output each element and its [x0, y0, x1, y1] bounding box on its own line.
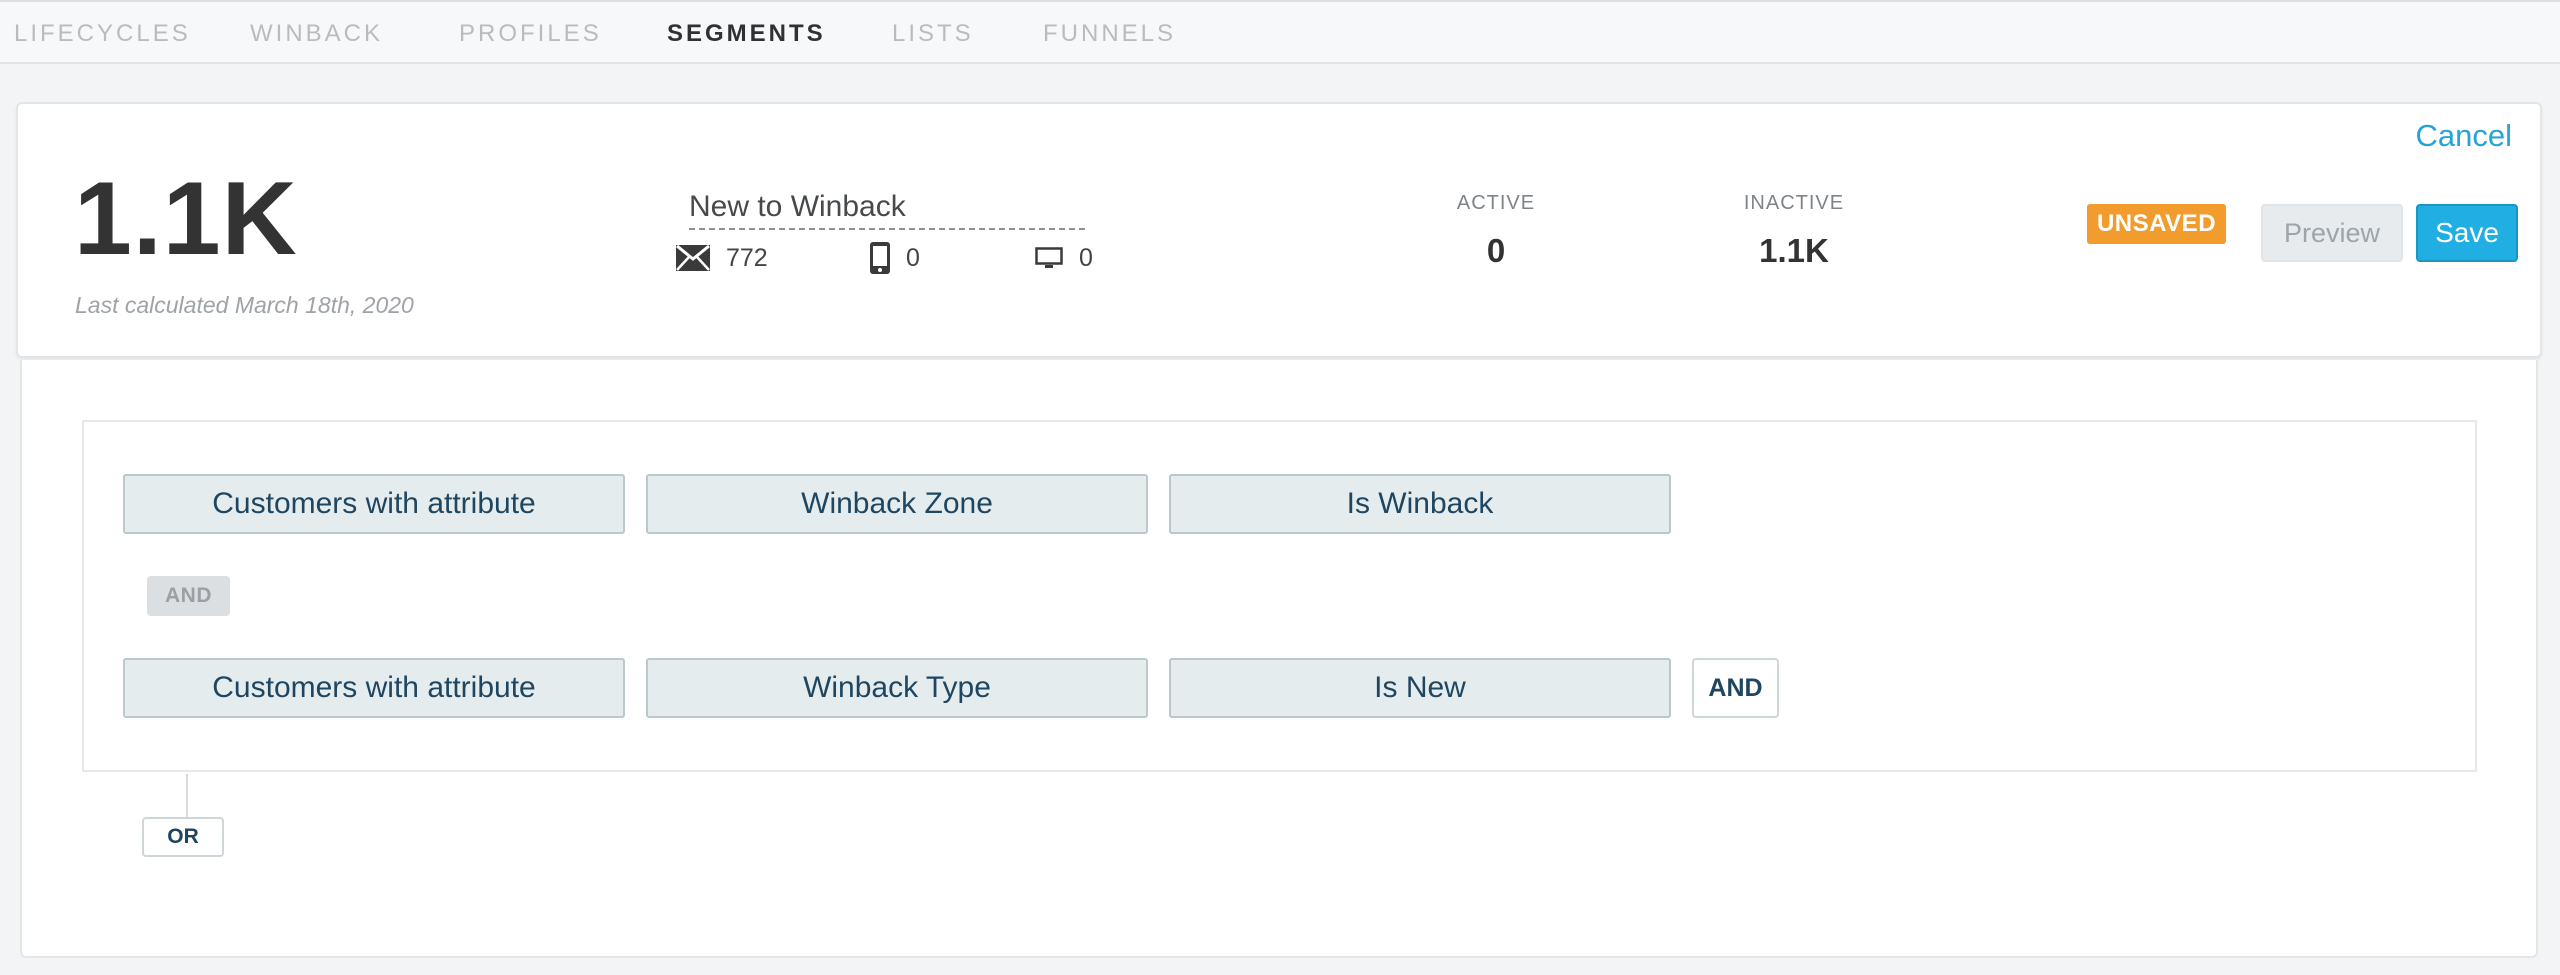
tab-lifecycles[interactable]: LIFECYCLES	[14, 20, 191, 48]
envelope-icon	[676, 245, 710, 271]
or-connector-line	[186, 774, 188, 818]
tab-segments[interactable]: SEGMENTS	[667, 20, 826, 48]
tab-winback[interactable]: WINBACK	[250, 20, 383, 48]
cancel-link[interactable]: Cancel	[2416, 118, 2513, 154]
active-value: 0	[1486, 232, 1506, 269]
desktop-icon	[1035, 247, 1063, 269]
mobile-count: 0	[906, 243, 920, 272]
phone-icon	[870, 242, 890, 274]
add-and-condition-button[interactable]: AND	[1692, 658, 1779, 718]
inactive-label: INACTIVE	[1743, 192, 1845, 214]
rule-2-condition-button[interactable]: Is New	[1169, 658, 1671, 718]
unsaved-status-badge: UNSAVED	[2087, 204, 2226, 244]
web-count: 0	[1079, 243, 1093, 272]
top-nav: LIFECYCLES WINBACK PROFILES SEGMENTS LIS…	[0, 0, 2560, 64]
save-button[interactable]: Save	[2416, 204, 2518, 262]
segment-summary-card: 1.1K Last calculated March 18th, 2020 Ne…	[16, 102, 2542, 358]
segment-name-field[interactable]: New to Winback	[689, 190, 1085, 230]
email-channel-count: 772	[676, 241, 768, 275]
and-separator-label: AND	[147, 576, 230, 616]
rule-1-subject-button[interactable]: Customers with attribute	[123, 474, 625, 534]
tab-lists[interactable]: LISTS	[892, 20, 974, 48]
tab-funnels[interactable]: FUNNELS	[1043, 20, 1176, 48]
segment-count: 1.1K	[74, 161, 298, 277]
active-label: ACTIVE	[1456, 192, 1536, 214]
rule-1-condition-button[interactable]: Is Winback	[1169, 474, 1671, 534]
preview-button[interactable]: Preview	[2261, 204, 2403, 262]
last-calculated-text: Last calculated March 18th, 2020	[75, 292, 414, 318]
add-or-group-button[interactable]: OR	[142, 817, 224, 857]
email-count: 772	[726, 243, 768, 272]
rule-group-box	[82, 420, 2477, 772]
web-channel-count: 0	[1035, 241, 1093, 275]
rule-2-attribute-button[interactable]: Winback Type	[646, 658, 1148, 718]
mobile-channel-count: 0	[870, 241, 920, 275]
inactive-value: 1.1K	[1759, 232, 1829, 269]
rule-2-subject-button[interactable]: Customers with attribute	[123, 658, 625, 718]
rule-1-attribute-button[interactable]: Winback Zone	[646, 474, 1148, 534]
tab-profiles[interactable]: PROFILES	[459, 20, 602, 48]
